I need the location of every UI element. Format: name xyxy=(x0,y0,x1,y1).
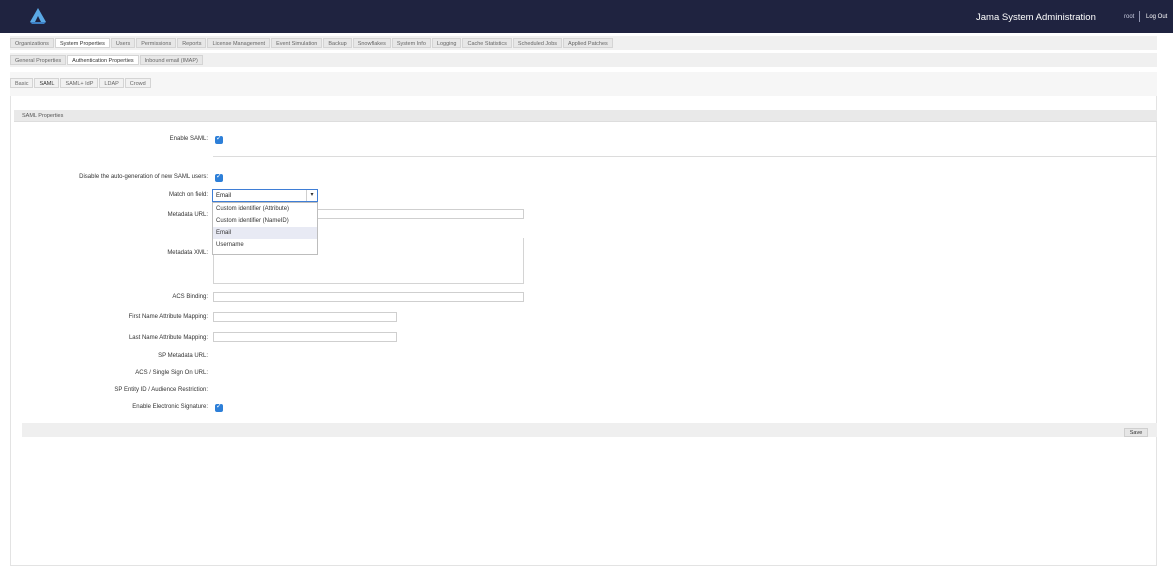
metadata-xml-label: Metadata XML: xyxy=(167,250,208,256)
match-on-field-select[interactable]: Email ▾ xyxy=(212,189,318,202)
metadata-url-label: Metadata URL: xyxy=(167,212,208,218)
auth-tabs: Basic SAML SAML+ IdP LDAP Crowd xyxy=(10,78,152,88)
main-tabs: Organizations System Properties Users Pe… xyxy=(10,38,614,48)
tab-inbound-email[interactable]: Inbound email (IMAP) xyxy=(139,55,203,65)
tab-applied-patches[interactable]: Applied Patches xyxy=(563,38,613,48)
match-on-field-dropdown: Custom identifier (Attribute) Custom ide… xyxy=(212,202,318,255)
enable-saml-label: Enable SAML: xyxy=(169,136,208,142)
sp-metadata-url-label: SP Metadata URL: xyxy=(158,353,208,359)
form-footer xyxy=(22,423,1157,437)
save-button[interactable]: Save xyxy=(1124,428,1148,437)
disable-autogen-checkbox[interactable] xyxy=(215,172,223,182)
tab-license-management[interactable]: License Management xyxy=(207,38,271,48)
tab-ldap[interactable]: LDAP xyxy=(99,78,124,88)
tab-scheduled-jobs[interactable]: Scheduled Jobs xyxy=(512,38,563,48)
option-custom-attribute[interactable]: Custom identifier (Attribute) xyxy=(213,203,317,215)
tab-saml-idp[interactable]: SAML+ IdP xyxy=(60,78,99,88)
logout-link[interactable]: Log Out xyxy=(1146,14,1167,20)
jama-logo-icon[interactable] xyxy=(29,7,47,25)
last-name-mapping-label: Last Name Attribute Mapping: xyxy=(128,335,208,341)
content-frame xyxy=(10,96,1157,566)
option-email[interactable]: Email xyxy=(213,227,317,239)
enable-esig-label: Enable Electronic Signature: xyxy=(132,404,208,410)
section-header: SAML Properties xyxy=(14,110,1157,122)
option-custom-nameid[interactable]: Custom identifier (NameID) xyxy=(213,215,317,227)
app-title: Jama System Administration xyxy=(976,12,1096,23)
tab-event-simulation[interactable]: Event Simulation xyxy=(271,38,323,48)
enable-saml-checkbox[interactable] xyxy=(215,134,223,144)
section-title: SAML Properties xyxy=(22,113,64,119)
tab-users[interactable]: Users xyxy=(110,38,136,48)
select-value: Email xyxy=(216,193,232,199)
acs-sso-url-label: ACS / Single Sign On URL: xyxy=(135,370,208,376)
acs-binding-input[interactable] xyxy=(213,292,524,302)
tab-reports[interactable]: Reports xyxy=(177,38,207,48)
user-link[interactable]: root xyxy=(1124,14,1134,20)
first-name-mapping-input[interactable] xyxy=(213,312,397,322)
last-name-mapping-input[interactable] xyxy=(213,332,397,342)
tab-authentication-properties[interactable]: Authentication Properties xyxy=(67,55,139,65)
tab-permissions[interactable]: Permissions xyxy=(136,38,177,48)
tab-general-properties[interactable]: General Properties xyxy=(10,55,67,65)
header-divider xyxy=(1139,11,1140,22)
tab-logging[interactable]: Logging xyxy=(431,38,462,48)
enable-esig-checkbox[interactable] xyxy=(215,402,223,412)
divider xyxy=(213,156,1157,157)
tab-backup[interactable]: Backup xyxy=(323,38,352,48)
acs-binding-label: ACS Binding: xyxy=(172,294,208,300)
sub-tabs: General Properties Authentication Proper… xyxy=(10,55,204,65)
tab-snowflakes[interactable]: Snowflakes xyxy=(352,38,391,48)
tab-cache-statistics[interactable]: Cache Statistics xyxy=(462,38,512,48)
tab-crowd[interactable]: Crowd xyxy=(124,78,151,88)
auth-tab-band xyxy=(10,72,1157,96)
tab-organizations[interactable]: Organizations xyxy=(10,38,54,48)
tab-system-info[interactable]: System Info xyxy=(391,38,431,48)
top-bar: Jama System Administration root Log Out xyxy=(0,0,1173,33)
tab-saml[interactable]: SAML xyxy=(34,78,60,88)
option-username[interactable]: Username xyxy=(213,239,317,251)
first-name-mapping-label: First Name Attribute Mapping: xyxy=(128,314,208,320)
match-on-field-label: Match on field: xyxy=(168,192,208,198)
disable-autogen-label: Disable the auto-generation of new SAML … xyxy=(79,174,208,180)
tab-basic[interactable]: Basic xyxy=(10,78,34,88)
tab-system-properties[interactable]: System Properties xyxy=(54,38,110,48)
chevron-down-icon[interactable]: ▾ xyxy=(306,190,317,201)
sp-entity-id-label: SP Entity ID / Audience Restriction: xyxy=(114,387,208,393)
